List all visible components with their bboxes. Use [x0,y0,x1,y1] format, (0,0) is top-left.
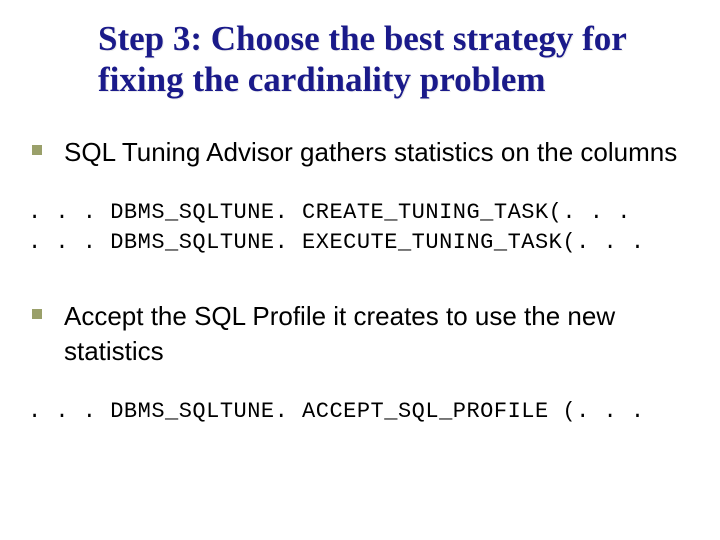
bullet-text: Accept the SQL Profile it creates to use… [64,299,692,369]
bullet-icon [28,299,64,319]
bullet-item: SQL Tuning Advisor gathers statistics on… [28,135,692,170]
code-snippet: . . . DBMS_SQLTUNE. CREATE_TUNING_TASK(.… [28,198,692,260]
code-snippet: . . . DBMS_SQLTUNE. ACCEPT_SQL_PROFILE (… [28,397,692,428]
slide-title: Step 3: Choose the best strategy for fix… [98,18,692,101]
bullet-text: SQL Tuning Advisor gathers statistics on… [64,135,692,170]
bullet-icon [28,135,64,155]
bullet-item: Accept the SQL Profile it creates to use… [28,299,692,369]
slide: Step 3: Choose the best strategy for fix… [0,0,720,540]
